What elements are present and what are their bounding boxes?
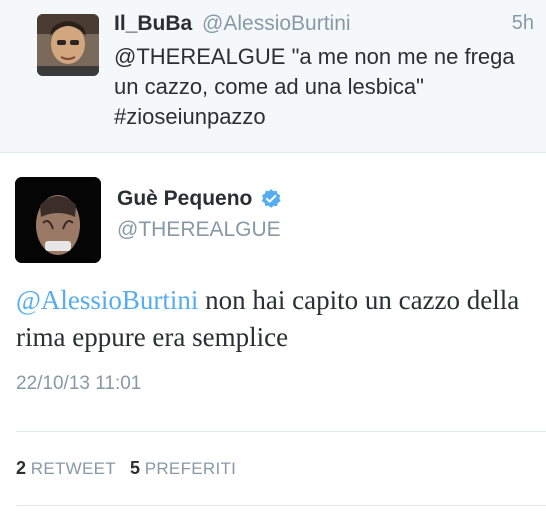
mention-link[interactable]: @AlessioBurtini [16,285,198,315]
reply-avatar[interactable] [37,14,99,76]
retweets-count: 2 [16,458,27,478]
reply-tweet[interactable]: Il_BuBa @AlessioBurtini 5h @THEREALGUE "… [0,0,546,153]
favorites-stat[interactable]: 5 PREFERITI [130,458,236,479]
reply-time: 5h [511,12,534,34]
reply-header: Il_BuBa @AlessioBurtini 5h [114,12,534,42]
tweet-stats: 2 RETWEET 5 PREFERITI [16,458,236,479]
main-user-handle[interactable]: @THEREALGUE [117,218,281,242]
divider [16,431,546,432]
main-user-name-row[interactable]: Guè Pequeno [117,187,282,211]
reply-user-name[interactable]: Il_BuBa [114,12,192,35]
divider [16,505,546,506]
favorites-label: PREFERITI [144,459,237,478]
reply-avatar-photo [37,14,99,76]
reply-user-handle[interactable]: @AlessioBurtini [202,12,351,35]
main-user-name[interactable]: Guè Pequeno [117,187,252,211]
retweets-label: RETWEET [30,459,116,478]
tweet-text: @AlessioBurtini non hai capito un cazzo … [16,282,536,356]
main-avatar-photo [15,177,101,263]
main-avatar[interactable] [15,177,101,263]
favorites-count: 5 [129,458,140,478]
tweet-timestamp[interactable]: 22/10/13 11:01 [16,373,141,395]
verified-badge-icon [262,189,281,208]
reply-text: @THEREALGUE "a me non me ne frega un caz… [114,44,515,129]
retweets-stat[interactable]: 2 RETWEET [16,458,116,479]
